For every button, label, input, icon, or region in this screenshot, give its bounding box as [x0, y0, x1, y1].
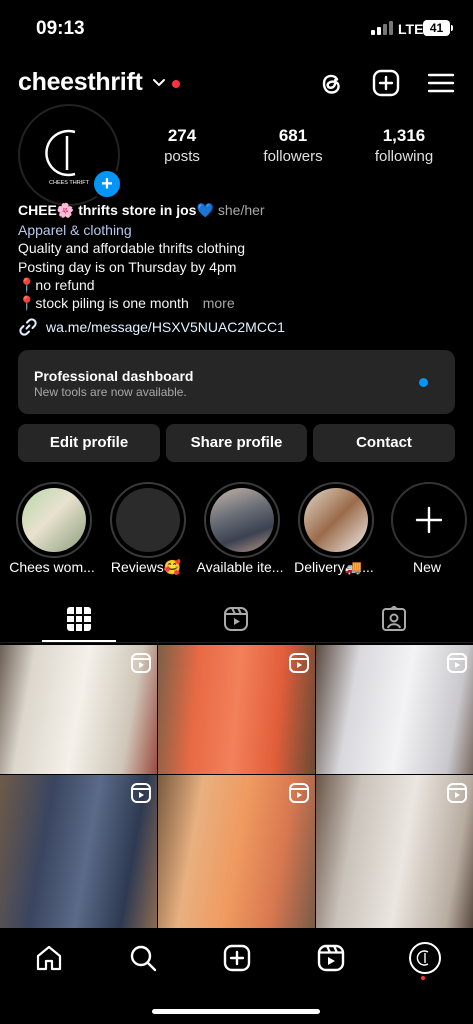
bio-line-with-more: 📍stock piling is one month more	[18, 294, 235, 313]
search-icon[interactable]	[128, 943, 158, 973]
stat-posts[interactable]: 274 posts	[132, 126, 232, 165]
highlight-cover	[304, 488, 368, 552]
stat-value: 274	[167, 126, 197, 145]
highlight-label: Delivery🚚...	[294, 559, 374, 575]
post-thumbnail[interactable]	[0, 645, 157, 774]
reel-badge-icon	[289, 653, 309, 673]
chees-thrift-logo-icon	[416, 950, 429, 966]
threads-icon[interactable]	[316, 68, 346, 98]
create-icon[interactable]	[222, 943, 252, 973]
profile-display-name: CHEE🌸 thrifts store in jos💙	[18, 202, 214, 218]
highlight-cover	[22, 488, 86, 552]
post-thumbnail[interactable]	[158, 645, 315, 774]
profile-notification-dot	[421, 976, 425, 980]
bio-name-row: CHEE🌸 thrifts store in jos💙 she/her	[18, 201, 265, 220]
link-icon	[19, 318, 37, 336]
highlight-chees-women[interactable]	[16, 482, 92, 558]
edit-profile-button[interactable]: Edit profile	[18, 424, 160, 462]
svg-text:CHEES THRIFT: CHEES THRIFT	[49, 180, 90, 186]
highlight-delivery[interactable]	[298, 482, 374, 558]
reel-badge-icon	[447, 783, 467, 803]
post-thumbnail[interactable]	[316, 645, 473, 774]
reels-icon[interactable]	[316, 943, 346, 973]
highlight-label: Available ite...	[196, 559, 284, 575]
stat-label: followers	[263, 148, 323, 165]
stat-label: posts	[164, 148, 200, 165]
reel-badge-icon	[131, 653, 151, 673]
home-indicator	[152, 1009, 320, 1014]
post-thumbnail[interactable]	[158, 775, 315, 928]
battery-tip	[451, 25, 453, 31]
highlight-available-items[interactable]	[204, 482, 280, 558]
active-tab-indicator	[42, 640, 116, 642]
tagged-icon[interactable]	[381, 606, 407, 632]
stat-value: 1,316	[382, 126, 426, 145]
share-profile-button[interactable]: Share profile	[166, 424, 307, 462]
profile-nav-avatar[interactable]	[409, 942, 441, 974]
stat-value: 681	[278, 126, 308, 145]
network-type: LTE	[398, 21, 424, 37]
reel-badge-icon	[289, 783, 309, 803]
stat-label: following	[374, 148, 434, 165]
bio-line: 📍stock piling is one month	[18, 295, 189, 311]
highlight-label: Reviews🥰	[110, 559, 182, 575]
grid-icon[interactable]	[66, 606, 92, 632]
post-thumbnail[interactable]	[316, 775, 473, 928]
profile-pronouns: she/her	[217, 202, 265, 218]
status-time: 09:13	[36, 18, 85, 39]
bio-line: Posting day is on Thursday by 4pm	[18, 259, 237, 275]
post-thumbnail[interactable]	[0, 775, 157, 928]
contact-button[interactable]: Contact	[313, 424, 455, 462]
account-notification-dot	[172, 80, 180, 88]
dashboard-title: Professional dashboard	[34, 368, 194, 384]
tab-divider	[0, 642, 473, 643]
dashboard-new-indicator	[419, 378, 428, 387]
chevron-down-icon[interactable]	[152, 76, 166, 90]
reel-badge-icon	[131, 783, 151, 803]
reel-badge-icon	[447, 653, 467, 673]
highlight-cover	[210, 488, 274, 552]
home-icon[interactable]	[34, 943, 64, 973]
dashboard-subtitle: New tools are now available.	[34, 385, 187, 399]
cellular-signal-icon	[371, 21, 393, 35]
plus-icon	[415, 506, 443, 534]
highlight-cover	[116, 488, 180, 552]
profile-username[interactable]: cheesthrift	[18, 68, 143, 97]
highlight-reviews[interactable]	[110, 482, 186, 558]
profile-category: Apparel & clothing	[18, 222, 132, 238]
add-story-button[interactable]: +	[91, 168, 123, 200]
bio-more-link[interactable]: more	[203, 295, 235, 311]
menu-icon[interactable]	[426, 68, 456, 98]
stat-followers[interactable]: 681 followers	[243, 126, 343, 165]
stat-following[interactable]: 1,316 following	[354, 126, 454, 165]
highlight-label: Chees wom...	[9, 559, 95, 575]
battery-indicator: 41	[423, 20, 450, 36]
new-highlight-button[interactable]	[391, 482, 467, 558]
bio-line: Quality and affordable thrifts clothing	[18, 240, 245, 256]
bio-line: 📍no refund	[18, 277, 95, 293]
reels-tab-icon[interactable]	[223, 606, 249, 632]
highlight-label: New	[412, 559, 441, 575]
create-post-icon[interactable]	[371, 68, 401, 98]
status-bar: 09:13 LTE 41	[0, 0, 473, 56]
profile-website-link[interactable]: wa.me/message/HSXV5NUAC2MCC1	[46, 318, 285, 337]
